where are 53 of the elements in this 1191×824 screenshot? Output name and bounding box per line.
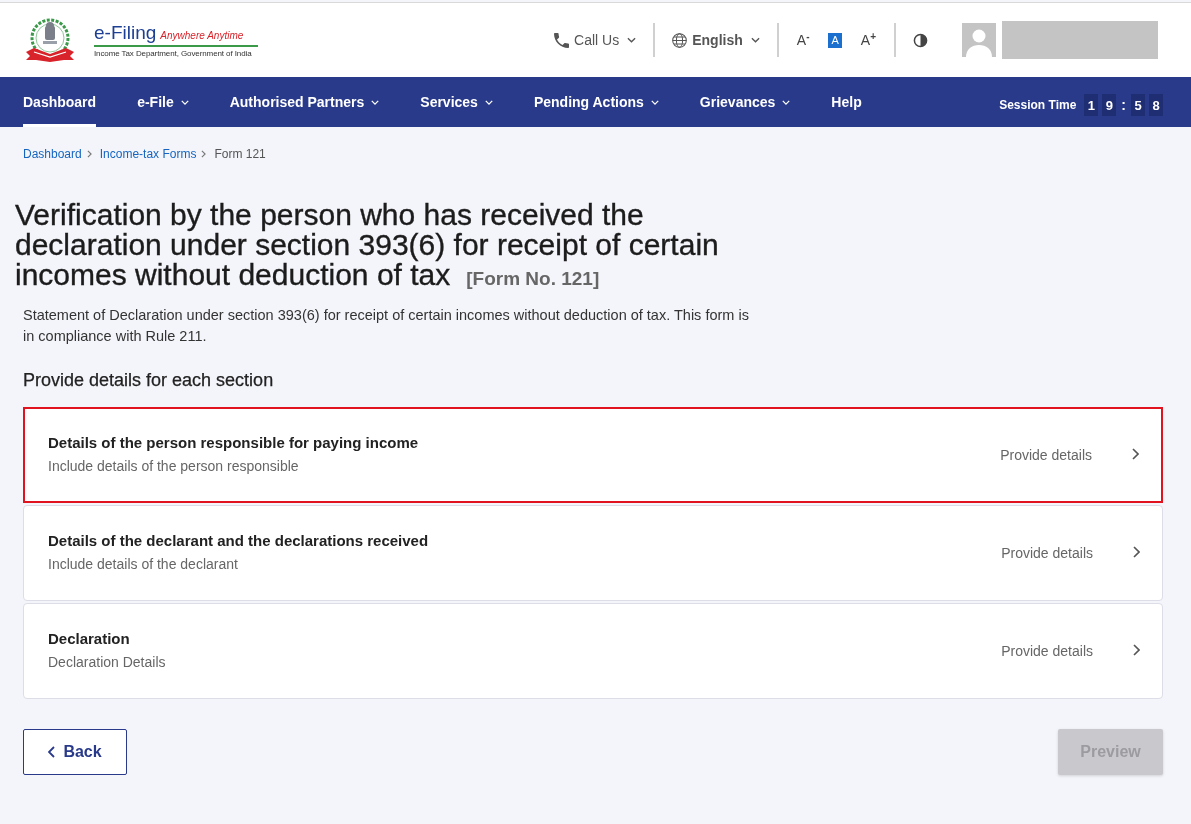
timer-digit: 5 [1131,94,1145,116]
section-heading: Provide details for each section [23,369,275,392]
section-subtitle: Include details of the declarant [48,554,238,574]
timer-separator: : [1120,97,1127,113]
chevron-right-icon [1133,644,1140,656]
logo-tagline: Anywhere Anytime [160,30,244,42]
section-title: Details of the declarant and the declarations received [48,530,429,551]
logo-title: e-Filing [94,23,157,43]
nav-tab[interactable]: Services [420,77,493,127]
chevron-left-icon [48,746,56,758]
breadcrumb-link[interactable]: Income-tax Forms [99,146,197,162]
session-time-label: Session Time [999,98,1077,112]
breadcrumb-current: Form 121 [214,146,266,162]
chevron-down-icon [750,37,760,43]
timer-digit: 1 [1084,94,1099,116]
phone-icon [554,32,570,48]
page-description: Statement of Declaration under section 393(6) for receipt of certain incomes without deduction of tax. This form is in compliance with Rule 211. [23,306,750,346]
nav-tab[interactable]: Grievances [699,77,791,127]
page-title: Verification by the person who has received the declaration under section 393(6) for receipt of certain incomes without deduction of tax [Form No. 121] [15,200,720,293]
chevron-right-icon [1132,448,1139,460]
nav-tab[interactable]: Dashboard [23,77,97,127]
nav-tab[interactable]: Pending Actions [533,77,659,127]
globe-icon [672,32,688,48]
language-button[interactable]: English [672,32,760,48]
logo-subtitle: Income Tax Department, Government of India [94,49,252,59]
form-number: [Form No. 121] [466,268,600,289]
back-button[interactable]: Back [23,729,127,775]
provide-details-link[interactable]: Provide details [1001,643,1093,659]
section-card[interactable]: Details of the person responsible for paying income Include details of the person responsible Provide details [23,407,1163,503]
nav-tab[interactable]: Authorised Partners [229,77,380,127]
font-size-button[interactable]: A$^{+}$ [859,32,877,48]
avatar-icon [962,23,996,57]
provide-details-link[interactable]: Provide details [1001,545,1093,561]
section-title: Declaration [48,628,130,649]
contrast-icon[interactable] [913,32,928,48]
section-title: Details of the person responsible for paying income [48,432,419,453]
section-subtitle: Declaration Details [48,652,166,672]
section-subtitle: Include details of the person responsible [48,456,299,476]
section-card[interactable]: Declaration Declaration Details Provide details [23,603,1163,699]
nav-tab[interactable]: Help [831,77,862,127]
section-card[interactable]: Details of the declarant and the declarations received Include details of the declarant Provide details [23,505,1163,601]
font-size-button[interactable]: A$^{-}$ [795,32,811,48]
provide-details-link[interactable]: Provide details [1000,447,1092,463]
chevron-right-icon [201,150,207,158]
font-size-button[interactable]: A [828,32,842,48]
timer-digit: 8 [1149,94,1163,116]
breadcrumb-link[interactable]: Dashboard [23,146,82,162]
call-us-button[interactable]: Call Us [554,32,637,48]
chevron-right-icon [1133,546,1140,558]
nav-tab[interactable]: e-File [137,77,189,127]
chevron-down-icon [627,37,637,43]
timer-digit: 9 [1102,94,1117,116]
chevron-right-icon [86,150,92,158]
